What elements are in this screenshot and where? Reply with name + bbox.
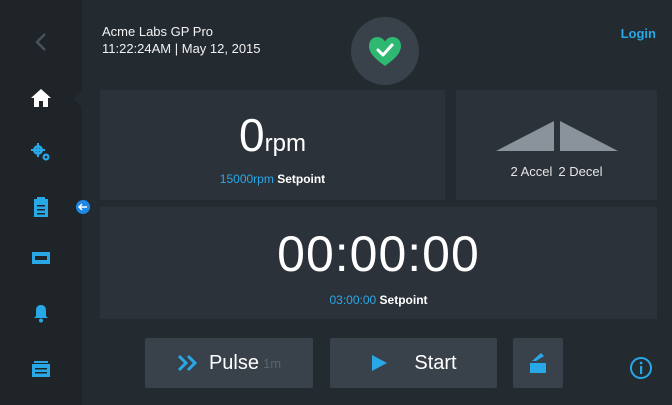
clipboard-icon: [34, 197, 48, 217]
timer-setpoint: 03:00:00 Setpoint: [100, 293, 657, 307]
ramp-panel[interactable]: 2 Accel 2 Decel: [456, 90, 657, 200]
sidebar-item-rotor[interactable]: [0, 236, 82, 280]
speed-setpoint-label: Setpoint: [277, 172, 326, 186]
ramp-labels: 2 Accel 2 Decel: [456, 164, 657, 179]
timer-panel[interactable]: 00:00:00 03:00:00 Setpoint: [100, 207, 657, 319]
lid-button[interactable]: [513, 338, 563, 388]
double-chevron-right-icon: [177, 354, 198, 372]
datetime: 11:22:24AM | May 12, 2015: [102, 41, 261, 56]
accel-decel-ramp-icon: [496, 121, 618, 151]
speed-unit: rpm: [264, 130, 306, 157]
arrow-left-icon: [78, 203, 87, 211]
accel-label: 2 Accel: [510, 164, 553, 179]
settings-gears-icon: [31, 143, 50, 161]
play-icon: [372, 355, 388, 371]
timer-setpoint-value: 03:00:00: [329, 293, 377, 307]
timer-value: 00:00:00: [277, 226, 480, 282]
active-indicator: [74, 90, 83, 108]
decel-label: 2 Decel: [558, 164, 603, 179]
tray-icon: [32, 252, 50, 264]
speed-value: 0: [239, 109, 265, 161]
folder-icon: [32, 361, 50, 377]
sidebar-item-alerts[interactable]: [0, 291, 82, 335]
collapse-sidebar-button[interactable]: [76, 200, 90, 214]
pulse-label: Pulse: [208, 351, 259, 374]
start-button[interactable]: Start: [330, 338, 497, 388]
info-icon[interactable]: [629, 356, 653, 380]
lid-open-icon: [530, 353, 546, 373]
sidebar-item-programs[interactable]: [0, 185, 82, 229]
speed-setpoint-value: 15000rpm: [219, 172, 274, 186]
bell-icon: [34, 305, 48, 323]
start-label: Start: [414, 351, 457, 374]
home-icon: [31, 89, 51, 107]
pulse-duration: 1m: [262, 355, 282, 371]
back-button[interactable]: [0, 20, 82, 64]
sidebar-item-settings[interactable]: [0, 130, 82, 174]
sidebar: [0, 0, 83, 405]
speed-setpoint: 15000rpm Setpoint: [100, 172, 445, 186]
timer-setpoint-label: Setpoint: [379, 293, 428, 307]
login-link[interactable]: Login: [621, 26, 656, 41]
sidebar-item-files[interactable]: [0, 347, 82, 391]
speed-readout: 0rpm: [100, 108, 445, 162]
sidebar-item-home[interactable]: [0, 76, 82, 120]
speed-panel[interactable]: 0rpm 15000rpm Setpoint: [100, 90, 445, 200]
device-name: Acme Labs GP Pro: [102, 24, 214, 39]
back-chevron-icon: [35, 33, 46, 51]
status-indicator[interactable]: [351, 17, 419, 85]
pulse-button[interactable]: Pulse 1m: [145, 338, 313, 388]
heart-check-icon: [369, 36, 401, 66]
